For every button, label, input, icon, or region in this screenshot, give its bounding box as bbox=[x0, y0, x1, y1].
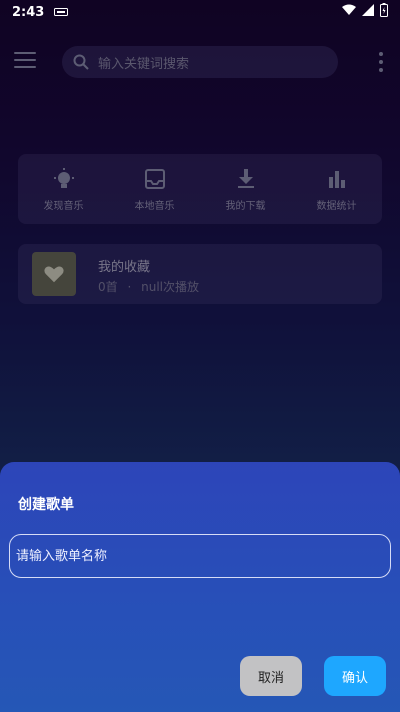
signal-icon bbox=[362, 4, 374, 20]
create-playlist-sheet: 创建歌单 取消 确认 bbox=[0, 462, 400, 712]
battery-icon bbox=[380, 3, 388, 21]
notification-icon bbox=[54, 5, 69, 20]
playlist-name-input[interactable] bbox=[9, 534, 391, 578]
wifi-icon bbox=[342, 4, 356, 20]
cancel-button[interactable]: 取消 bbox=[240, 656, 302, 696]
confirm-button[interactable]: 确认 bbox=[324, 656, 386, 696]
status-time: 2:43 bbox=[12, 4, 45, 20]
status-bar: 2:43 bbox=[0, 0, 400, 24]
dialog-title: 创建歌单 bbox=[18, 497, 74, 513]
